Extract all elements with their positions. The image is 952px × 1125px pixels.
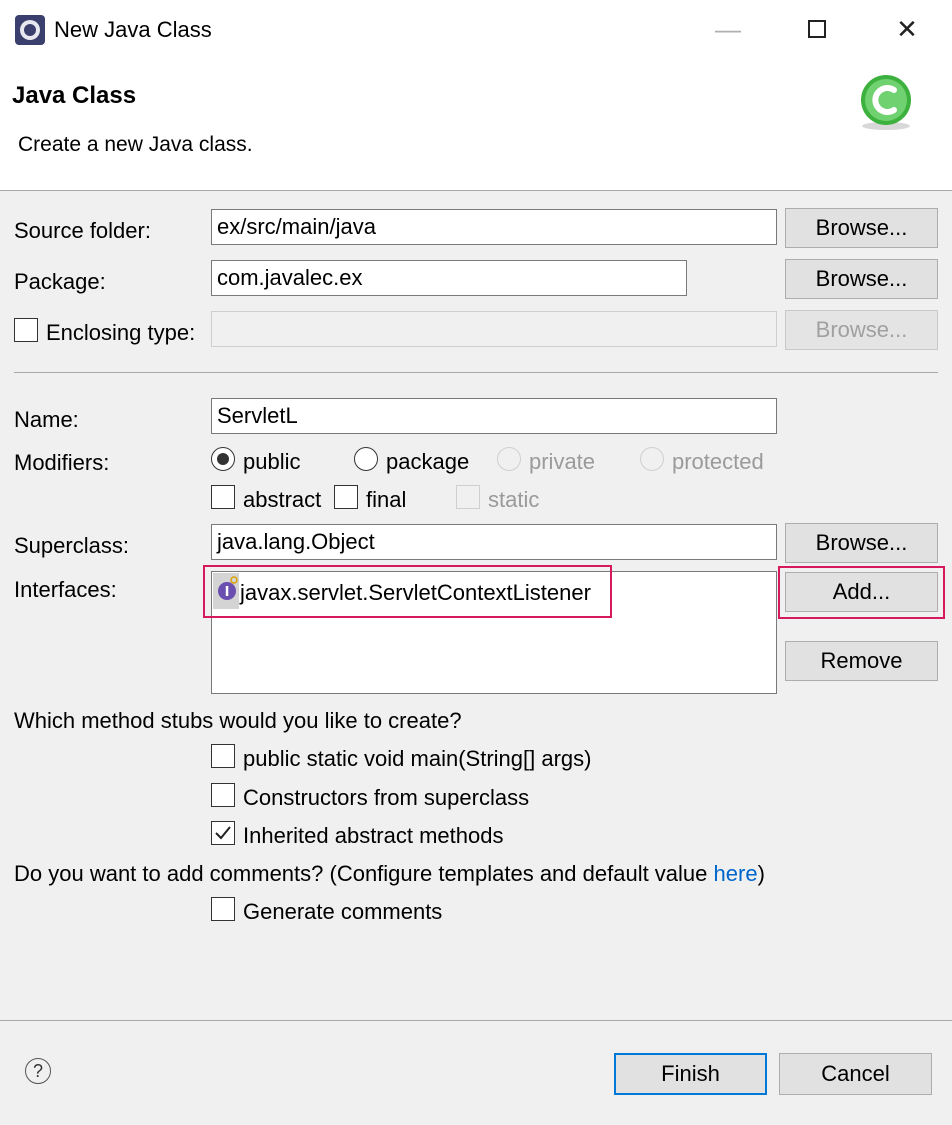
maximize-button[interactable] [794, 8, 840, 50]
package-label: Package: [14, 269, 106, 294]
generate-comments-label: Generate comments [243, 899, 443, 924]
modifier-protected-radio [640, 447, 664, 471]
main-stub-checkbox[interactable] [211, 744, 235, 768]
package-browse-button[interactable]: Browse... [785, 259, 938, 299]
comments-question-suffix: ) [757, 861, 765, 886]
comments-question-text: Do you want to add comments? (Configure … [14, 861, 714, 886]
name-label: Name: [14, 407, 79, 432]
main-stub-label: public static void main(String[] args) [243, 746, 592, 771]
final-label: final [366, 487, 407, 512]
stubs-question: Which method stubs would you like to cre… [14, 708, 462, 733]
constructors-stub-label: Constructors from superclass [243, 785, 530, 810]
modifier-private-radio [497, 447, 521, 471]
static-checkbox [456, 485, 480, 509]
maximize-icon [808, 20, 826, 38]
modifier-public-label: public [243, 449, 301, 474]
checkmark-icon [215, 826, 231, 840]
remove-interface-button[interactable]: Remove [785, 641, 938, 681]
abstract-checkbox[interactable] [211, 485, 235, 509]
source-folder-field[interactable]: ex/src/main/java [211, 209, 777, 245]
finish-button[interactable]: Finish [614, 1053, 767, 1095]
footer-divider [0, 1020, 952, 1021]
add-button-highlight [778, 566, 945, 619]
enclosing-type-browse-button: Browse... [785, 310, 938, 350]
final-checkbox[interactable] [334, 485, 358, 509]
window-title: New Java Class [54, 17, 212, 42]
name-field[interactable]: ServletL [211, 398, 777, 434]
superclass-label: Superclass: [14, 533, 129, 558]
inherited-methods-checkbox[interactable] [211, 821, 235, 845]
constructors-stub-checkbox[interactable] [211, 783, 235, 807]
modifier-public-radio[interactable] [211, 447, 235, 471]
close-icon: ✕ [896, 13, 918, 44]
inherited-methods-label: Inherited abstract methods [243, 823, 504, 848]
abstract-label: abstract [243, 487, 322, 512]
enclosing-type-label: Enclosing type: [46, 320, 196, 345]
help-icon[interactable]: ? [25, 1058, 51, 1084]
interfaces-label: Interfaces: [14, 577, 117, 602]
modifier-package-radio[interactable] [354, 447, 378, 471]
static-label: static [488, 487, 540, 512]
minimize-icon: — [715, 13, 741, 44]
modifier-protected-label: protected [672, 449, 764, 474]
superclass-browse-button[interactable]: Browse... [785, 523, 938, 563]
package-field[interactable]: com.javalec.ex [211, 260, 687, 296]
minimize-button[interactable]: — [705, 8, 751, 50]
section-divider [14, 372, 938, 373]
superclass-field[interactable]: java.lang.Object [211, 524, 777, 560]
source-folder-label: Source folder: [14, 218, 151, 243]
wizard-description: Create a new Java class. [18, 133, 253, 156]
java-class-banner-icon [856, 72, 916, 132]
enclosing-type-field [211, 311, 777, 347]
wizard-header [0, 62, 952, 191]
eclipse-app-icon [14, 14, 46, 46]
enclosing-type-checkbox[interactable] [14, 318, 38, 342]
generate-comments-checkbox[interactable] [211, 897, 235, 921]
comments-question: Do you want to add comments? (Configure … [14, 861, 765, 887]
interface-item-highlight [203, 565, 612, 618]
close-button[interactable]: ✕ [884, 8, 930, 50]
wizard-title: Java Class [12, 82, 137, 109]
source-folder-browse-button[interactable]: Browse... [785, 208, 938, 248]
modifiers-label: Modifiers: [14, 450, 110, 475]
configure-templates-link[interactable]: here [714, 861, 758, 886]
radio-selected-dot [217, 453, 229, 465]
modifier-package-label: package [386, 449, 470, 474]
modifier-private-label: private [529, 449, 596, 474]
cancel-button[interactable]: Cancel [779, 1053, 932, 1095]
